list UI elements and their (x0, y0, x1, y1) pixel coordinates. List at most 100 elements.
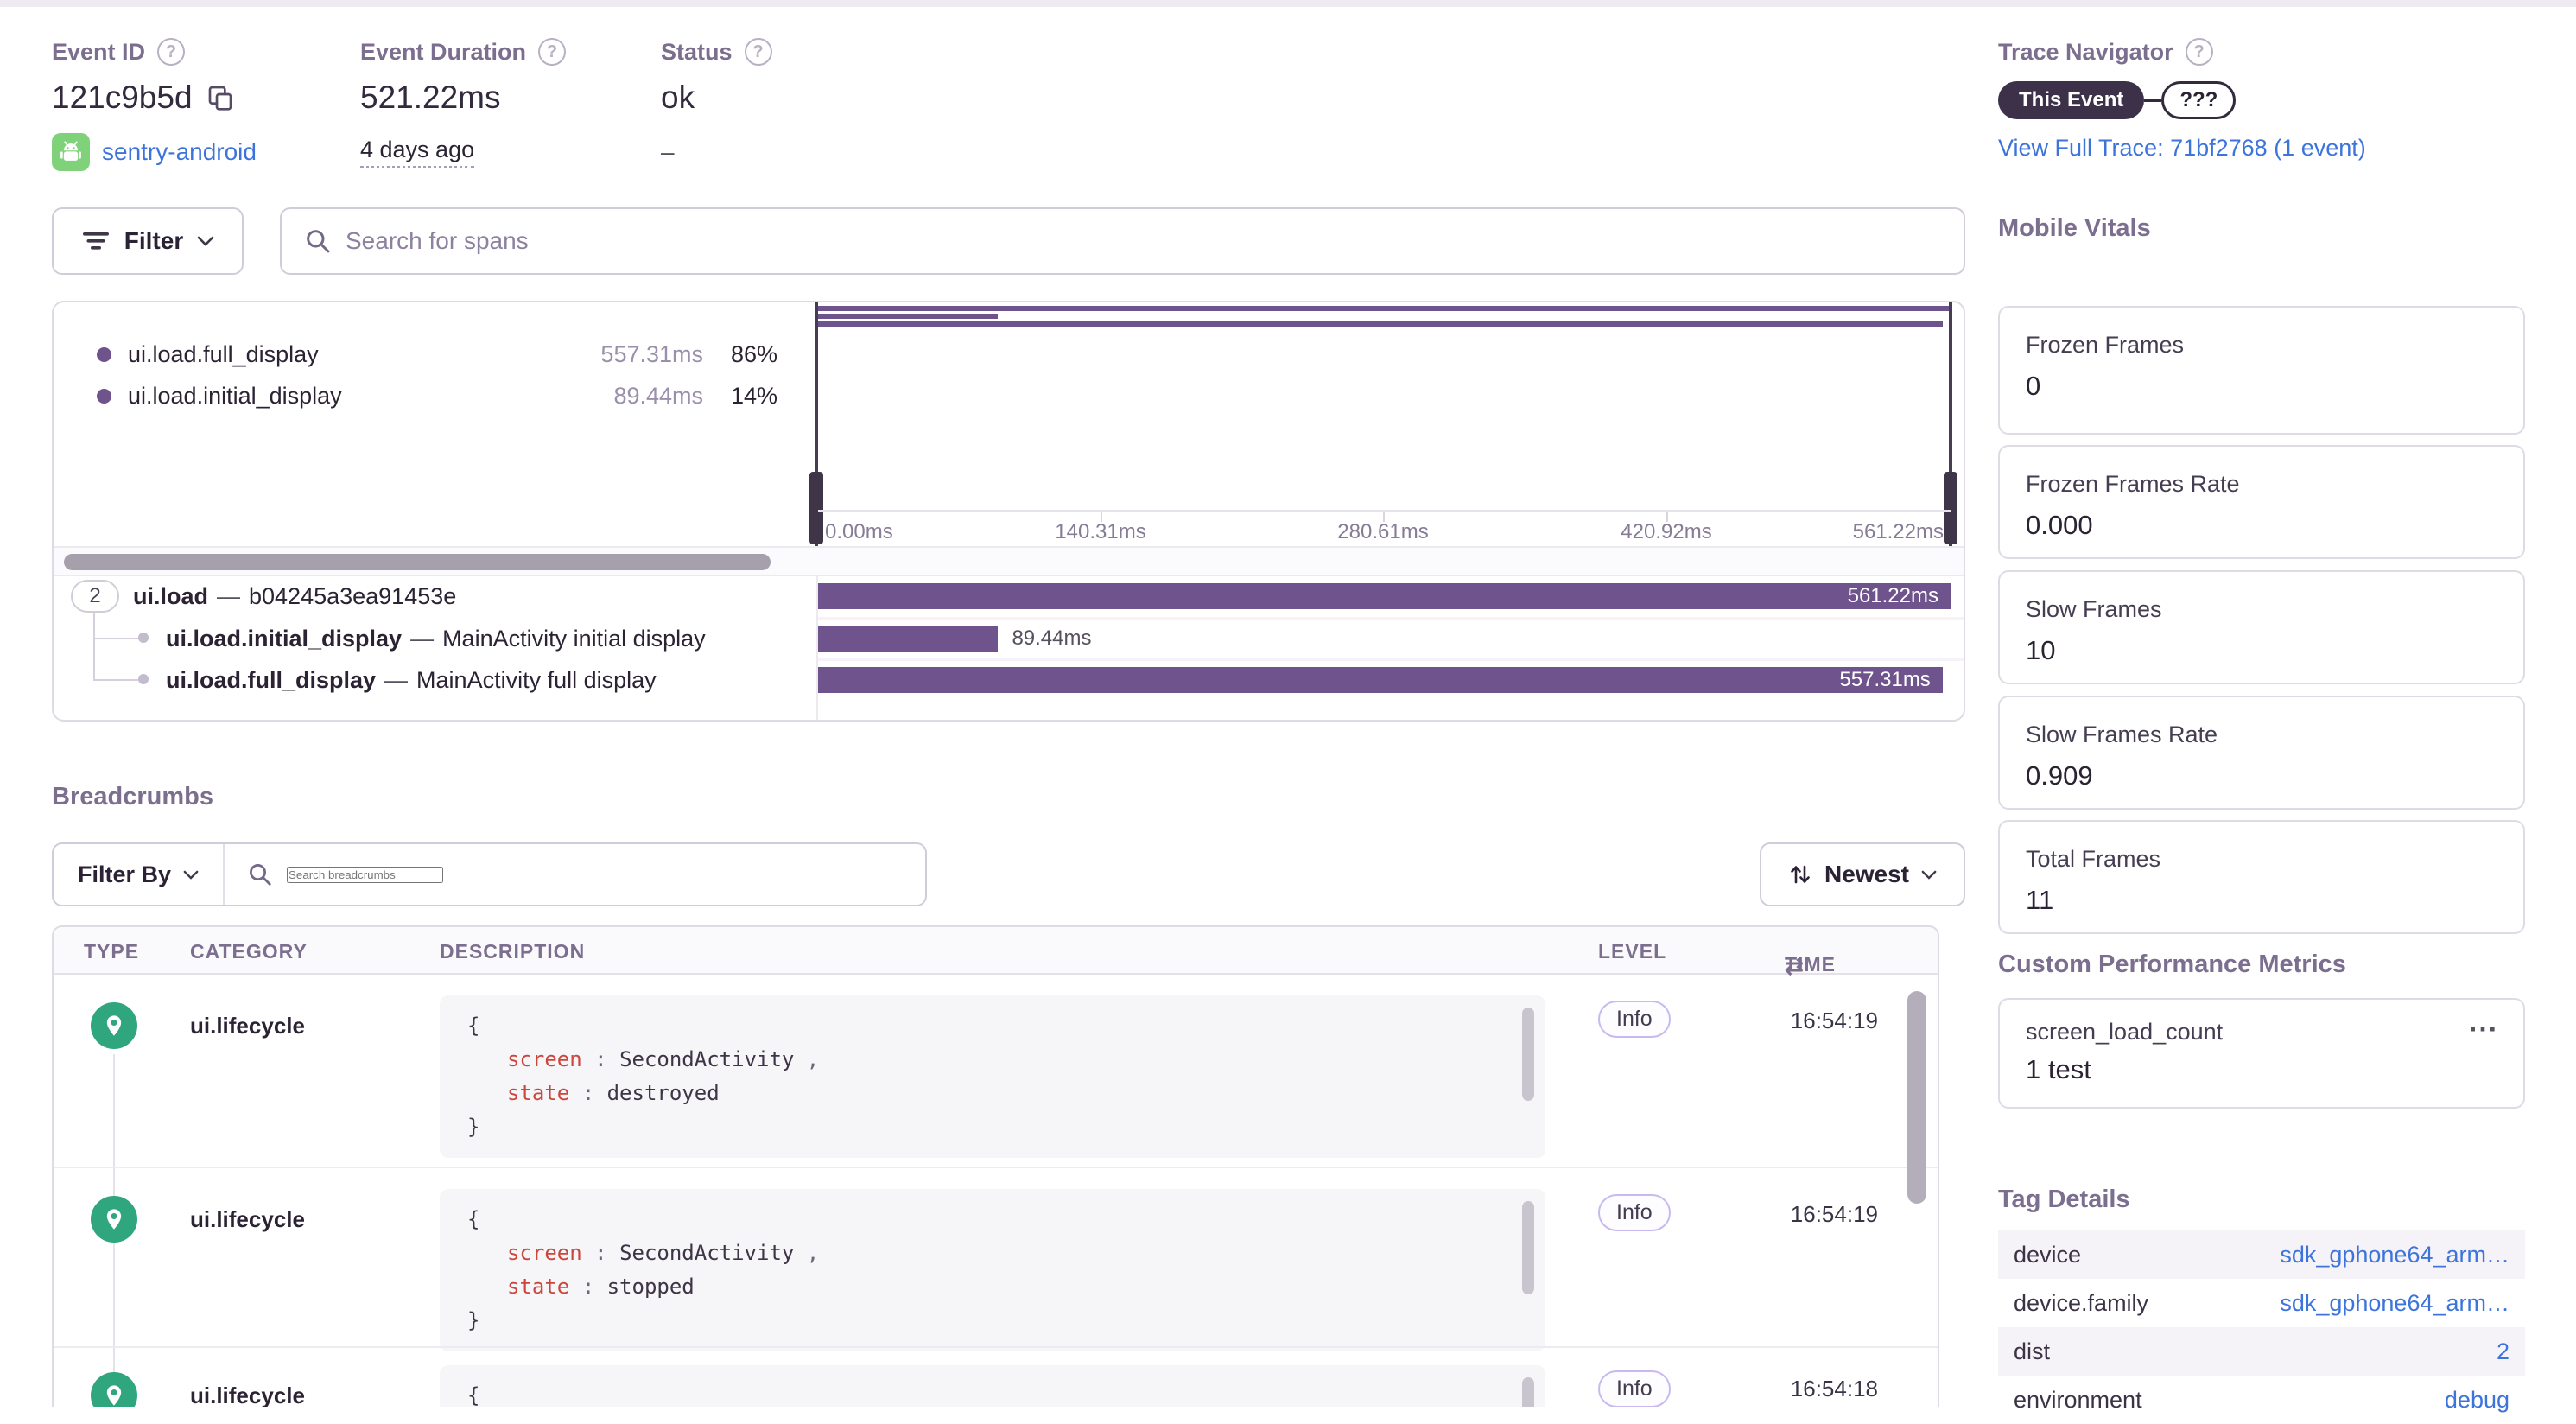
tag-value-link[interactable]: sdk_gphone64_arm… (2280, 1242, 2509, 1268)
level-badge: Info (1598, 1001, 1671, 1038)
project-row: sentry-android (52, 133, 257, 171)
legend-item[interactable]: ui.load.full_display 557.31ms 86% (54, 334, 815, 375)
status-label-text: Status (661, 39, 733, 66)
code-scrollbar-thumb[interactable] (1522, 1201, 1534, 1294)
help-icon[interactable]: ? (538, 38, 566, 66)
axis-label: 561.22ms (1853, 520, 1944, 544)
span-tree-row-root[interactable]: 2 ui.load—b04245a3ea91453e (54, 576, 815, 616)
breadcrumb-row[interactable]: ui.lifecycle { screen : SecondActivity ,… (54, 975, 1938, 1167)
vital-value: 0.909 (2026, 760, 2497, 791)
help-icon[interactable]: ? (157, 38, 185, 66)
vital-value: 0 (2026, 371, 2497, 402)
span-op: ui.load (133, 583, 208, 609)
chevron-down-icon (1921, 869, 1937, 880)
tag-key: device.family (2014, 1290, 2148, 1317)
breadcrumb-description-code[interactable]: { screen : SecondActivity , state : dest… (440, 995, 1545, 1158)
legend-duration: 557.31ms (552, 341, 703, 368)
code-scrollbar-thumb[interactable] (1522, 1008, 1534, 1101)
spans-search-input[interactable] (346, 227, 1941, 255)
breadcrumbs-filter-by-dropdown[interactable]: Filter By (54, 844, 225, 905)
span-separator: — (410, 626, 434, 652)
status-secondary: – (661, 138, 772, 166)
span-tree: 2 ui.load—b04245a3ea91453e ui.load.initi… (54, 576, 1965, 722)
span-color-dot (97, 347, 111, 362)
trace-pills: This Event ??? (1998, 81, 2366, 119)
vital-label: Frozen Frames (2026, 332, 2497, 359)
minimap-span-bar (818, 314, 998, 319)
code-scrollbar-thumb[interactable] (1522, 1377, 1534, 1407)
breadcrumb-row[interactable]: ui.lifecycle { Info 16:54:18 (54, 1346, 1938, 1407)
this-event-pill[interactable]: This Event (1998, 81, 2144, 119)
breadcrumb-description-code[interactable]: { (440, 1365, 1545, 1407)
vital-card: Slow Frames Rate 0.909 (1998, 696, 2525, 810)
location-pin-icon (91, 1196, 137, 1243)
spans-minimap[interactable] (818, 302, 1951, 510)
breadcrumb-row[interactable]: ui.lifecycle { screen : SecondActivity ,… (54, 1167, 1938, 1346)
table-scrollbar-thumb[interactable] (1907, 991, 1926, 1204)
tag-value-link[interactable]: debug (2445, 1387, 2509, 1414)
event-duration-value: 521.22ms (360, 79, 566, 116)
span-description: MainActivity initial display (442, 626, 706, 652)
vital-label: Slow Frames (2026, 596, 2497, 623)
spans-filter-button[interactable]: Filter (52, 207, 244, 275)
view-full-trace-link[interactable]: View Full Trace: 71bf2768 (1 event) (1998, 135, 2366, 161)
breadcrumbs-sort-button[interactable]: Newest (1760, 842, 1965, 906)
help-icon[interactable]: ? (745, 38, 772, 66)
code-line: state : stopped (467, 1270, 1485, 1304)
code-line: { (467, 1009, 1485, 1043)
breadcrumb-category: ui.lifecycle (190, 1013, 305, 1039)
metric-menu-icon[interactable]: ⋯ (2468, 1019, 2497, 1039)
event-id-text: 121c9b5d (52, 79, 193, 116)
legend-percent: 86% (703, 341, 777, 368)
trace-navigator: Trace Navigator ? This Event ??? View Fu… (1998, 38, 2366, 162)
horizontal-scrollbar-thumb[interactable] (64, 554, 771, 570)
minimap-span-bar (818, 306, 1951, 311)
child-count-pill[interactable]: 2 (71, 580, 119, 613)
trace-navigator-label-text: Trace Navigator (1998, 39, 2173, 66)
android-platform-icon (52, 133, 90, 171)
custom-metrics-title: Custom Performance Metrics (1998, 950, 2346, 979)
event-age[interactable]: 4 days ago (360, 137, 474, 168)
code-line: state : destroyed (467, 1077, 1485, 1110)
chevron-down-icon (183, 869, 199, 880)
breadcrumb-time: 16:54:18 (1738, 1376, 1878, 1402)
vital-card: Frozen Frames Rate 0.000 (1998, 445, 2525, 559)
column-header-category: CATEGORY (190, 940, 308, 963)
custom-metric-card: screen_load_count ⋯ 1 test (1998, 998, 2525, 1109)
legend-op-name: ui.load.full_display (128, 341, 552, 368)
event-id-label-text: Event ID (52, 39, 145, 66)
spans-search-box (280, 207, 1965, 275)
breadcrumb-category: ui.lifecycle (190, 1383, 305, 1407)
event-duration-block: Event Duration ? 521.22ms 4 days ago (360, 38, 566, 168)
column-header-type: TYPE (84, 940, 139, 963)
help-icon[interactable]: ? (2186, 38, 2213, 66)
tag-key: dist (2014, 1338, 2050, 1365)
event-duration-label: Event Duration ? (360, 38, 566, 66)
tag-details-table: device sdk_gphone64_arm… device.family s… (1998, 1230, 2525, 1424)
span-op: ui.load.full_display (166, 667, 376, 693)
breadcrumb-description-code[interactable]: { screen : SecondActivity , state : stop… (440, 1189, 1545, 1351)
search-icon (247, 861, 273, 887)
span-tree-row-child[interactable]: ui.load.full_display—MainActivity full d… (54, 660, 815, 700)
vital-card: Frozen Frames 0 (1998, 306, 2525, 435)
legend-op-name: ui.load.initial_display (128, 383, 552, 410)
axis-label: 0.00ms (825, 520, 893, 544)
copy-icon[interactable] (206, 84, 234, 111)
horizontal-scrollbar-track[interactable] (54, 546, 1965, 576)
breadcrumbs-search-box (225, 861, 925, 887)
mobile-vitals-title: Mobile Vitals (1998, 214, 2151, 243)
next-event-pill[interactable]: ??? (2161, 81, 2236, 119)
code-line: } (467, 1304, 1485, 1338)
span-duration-bar[interactable]: 557.31ms (818, 667, 1943, 693)
breadcrumbs-table: TYPE CATEGORY DESCRIPTION LEVEL ⇄ TIME u… (52, 925, 1939, 1407)
tag-value-link[interactable]: 2 (2497, 1338, 2509, 1365)
tag-value-link[interactable]: sdk_gphone64_arm… (2280, 1290, 2509, 1317)
legend-item[interactable]: ui.load.initial_display 89.44ms 14% (54, 375, 815, 416)
vital-value: 10 (2026, 635, 2497, 666)
breadcrumbs-search-input[interactable] (287, 867, 443, 883)
span-tree-row-child[interactable]: ui.load.initial_display—MainActivity ini… (54, 619, 815, 658)
time-axis: 0.00ms 140.31ms 280.61ms 420.92ms 561.22… (818, 510, 1951, 546)
project-link[interactable]: sentry-android (102, 138, 257, 166)
span-duration-bar[interactable] (818, 626, 998, 652)
span-duration-bar[interactable]: 561.22ms (818, 583, 1951, 609)
